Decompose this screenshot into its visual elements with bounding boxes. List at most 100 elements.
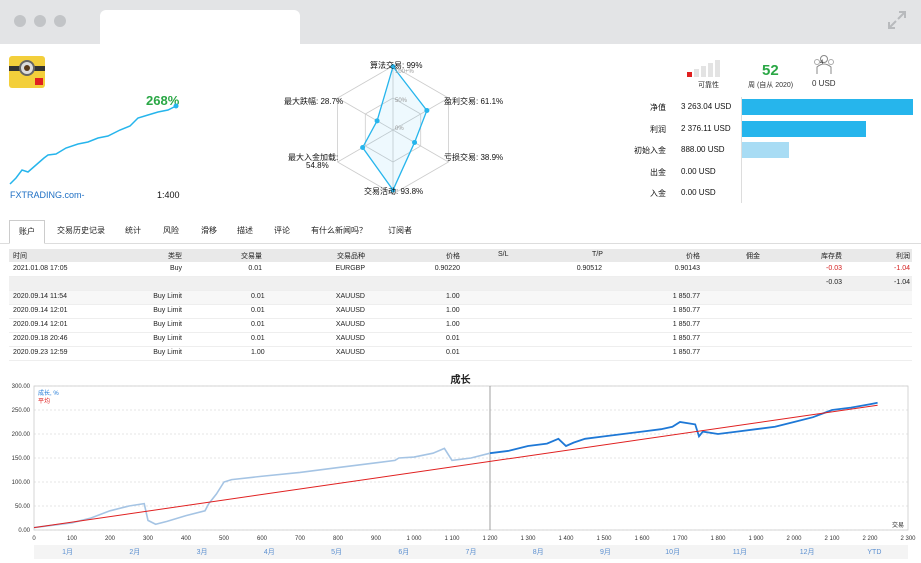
col-swap[interactable]: 库存费 <box>821 251 842 261</box>
month-label[interactable]: 8月 <box>533 548 544 556</box>
avatar <box>9 56 45 88</box>
cell-price: 0.01 <box>446 349 460 356</box>
leverage: 1:400 <box>157 190 180 200</box>
cell-time: 2020.09.14 11:54 <box>13 293 67 300</box>
month-label[interactable]: 5月 <box>331 548 342 556</box>
window-maximize-dot[interactable] <box>54 15 66 27</box>
x-tick-label: 2 100 <box>824 536 840 542</box>
y-tick-label: 200.00 <box>12 432 31 438</box>
month-label[interactable]: 4月 <box>264 548 275 556</box>
col-price2[interactable]: 价格 <box>686 251 700 261</box>
x-tick-label: 1 900 <box>748 536 764 542</box>
tab-statistics[interactable]: 统计 <box>118 220 148 242</box>
growth-chart: 0.00 50.00 100.00 150.00 200.00 250.00 300.00 0… <box>12 384 916 559</box>
legend-average: 平均 <box>38 397 50 405</box>
cell-time: 2021.01.08 17:05 <box>13 265 68 272</box>
expand-icon[interactable] <box>887 10 907 30</box>
x-tick-label: 1 700 <box>672 536 688 542</box>
finance-row-withdrawal: 出金 0.00 USD <box>620 164 920 180</box>
finance-bar <box>742 99 913 115</box>
tab-description[interactable]: 描述 <box>230 220 260 242</box>
tab-account[interactable]: 账户 <box>9 220 45 244</box>
finance-bar <box>742 142 789 158</box>
radar-label-activity: 交易活动: 93.8% <box>364 187 424 196</box>
finance-row-equity: 净值 3 263.04 USD <box>620 99 920 115</box>
cell-type: Buy Limit <box>153 321 182 328</box>
month-label[interactable]: 1月 <box>62 548 73 556</box>
month-label[interactable]: 7月 <box>466 548 477 556</box>
table-row[interactable]: 2021.01.08 17:05 Buy 0.01 EURGBP 0.90220… <box>9 263 912 277</box>
weeks-label: 周 (自从 2020) <box>748 82 794 89</box>
browser-tab[interactable] <box>100 10 300 44</box>
x-tick-label: 1 400 <box>558 536 574 542</box>
subscribers-icon <box>814 55 834 74</box>
cell-symbol: XAUUSD <box>335 307 365 314</box>
finance-value: 888.00 USD <box>681 145 725 154</box>
col-time[interactable]: 时间 <box>13 251 27 261</box>
month-label[interactable]: 12月 <box>800 548 815 556</box>
month-label[interactable]: 3月 <box>197 548 208 556</box>
col-symbol[interactable]: 交易品种 <box>337 251 365 261</box>
col-sl[interactable]: S/L <box>498 251 509 258</box>
month-label[interactable]: 6月 <box>398 548 409 556</box>
tab-subscribers[interactable]: 订阅者 <box>380 220 420 242</box>
table-row[interactable]: 2020.09.14 12:01 Buy Limit 0.01 XAUUSD 1… <box>9 319 912 333</box>
tab-reviews[interactable]: 评论 <box>266 220 298 242</box>
col-commission[interactable]: 佣金 <box>746 251 760 261</box>
col-price[interactable]: 价格 <box>446 251 460 261</box>
radar-scale-100: 100+% <box>395 69 414 75</box>
table-header: 时间 类型 交易量 交易品种 价格 S/L T/P 价格 佣金 库存费 利润 <box>9 249 912 262</box>
cell-time: 2020.09.23 12:59 <box>13 349 68 356</box>
broker-name[interactable]: FXTRADING.com- <box>10 190 85 200</box>
month-label[interactable]: 11月 <box>733 548 747 556</box>
weeks-value: 52 <box>762 62 779 79</box>
cell-tp: 0.90512 <box>576 265 602 272</box>
finance-value: 0.00 USD <box>681 167 716 176</box>
cell-type: Buy Limit <box>153 307 182 314</box>
radar-label-loss: 亏损交易: 38.9% <box>444 153 504 162</box>
tab-history[interactable]: 交易历史记录 <box>52 220 110 242</box>
col-type[interactable]: 类型 <box>168 251 182 261</box>
finance-row-profit: 利润 2 376.11 USD <box>620 121 920 137</box>
col-tp[interactable]: T/P <box>592 251 603 258</box>
x-tick-label: 600 <box>257 536 268 542</box>
x-tick-label: 1 100 <box>444 536 460 542</box>
browser-chrome <box>0 0 921 44</box>
radar-label-deposit-load-value: 54.8% <box>306 161 329 170</box>
tab-slippage[interactable]: 滑移 <box>194 220 224 242</box>
window-close-dot[interactable] <box>14 15 26 27</box>
month-label[interactable]: 9月 <box>600 548 611 556</box>
x-tick-label: 1 600 <box>634 536 650 542</box>
cell-swap: -0.03 <box>826 265 842 272</box>
col-profit[interactable]: 利润 <box>896 251 910 261</box>
cell-price2: 1 850.77 <box>672 307 700 314</box>
subscribers-count: 4 <box>820 60 824 66</box>
reliability-icon <box>687 60 720 77</box>
col-volume[interactable]: 交易量 <box>241 251 262 261</box>
month-label[interactable]: YTD <box>867 549 881 556</box>
x-tick-label: 1 200 <box>482 536 498 542</box>
table-row[interactable]: 2020.09.14 11:54 Buy Limit 0.01 XAUUSD 1… <box>9 291 912 305</box>
table-row[interactable]: 2020.09.18 20:46 Buy Limit 0.01 XAUUSD 0… <box>9 333 912 347</box>
finance-row-deposit: 入金 0.00 USD <box>620 185 920 201</box>
tab-news[interactable]: 有什么新闻吗？ <box>306 220 372 242</box>
finance-value: 3 263.04 USD <box>681 102 732 111</box>
y-tick-label: 250.00 <box>12 408 31 414</box>
table-row[interactable]: 2020.09.23 12:59 Buy Limit 1.00 XAUUSD 0… <box>9 347 912 361</box>
y-tick-label: 100.00 <box>12 480 31 486</box>
tab-risk[interactable]: 风险 <box>156 220 186 242</box>
month-label[interactable]: 2月 <box>129 548 140 556</box>
x-tick-label: 800 <box>333 536 344 542</box>
window-minimize-dot[interactable] <box>34 15 46 27</box>
legend-growth: 成长, % <box>38 389 59 397</box>
cell-price2: 1 850.77 <box>672 293 700 300</box>
cell-time: 2020.09.14 12:01 <box>13 321 68 328</box>
finance-value: 0.00 USD <box>681 188 716 197</box>
finance-label: 初始入金 <box>634 146 666 155</box>
cell-symbol: EURGBP <box>335 265 365 272</box>
tab-bar: 账户 交易历史记录 统计 风险 滑移 描述 评论 有什么新闻吗？ 订阅者 <box>0 220 921 244</box>
finance-row-initial-deposit: 初始入金 888.00 USD <box>620 142 920 158</box>
x-tick-label: 500 <box>219 536 230 542</box>
table-row[interactable]: 2020.09.14 12:01 Buy Limit 0.01 XAUUSD 1… <box>9 305 912 319</box>
month-label[interactable]: 10月 <box>665 548 680 556</box>
